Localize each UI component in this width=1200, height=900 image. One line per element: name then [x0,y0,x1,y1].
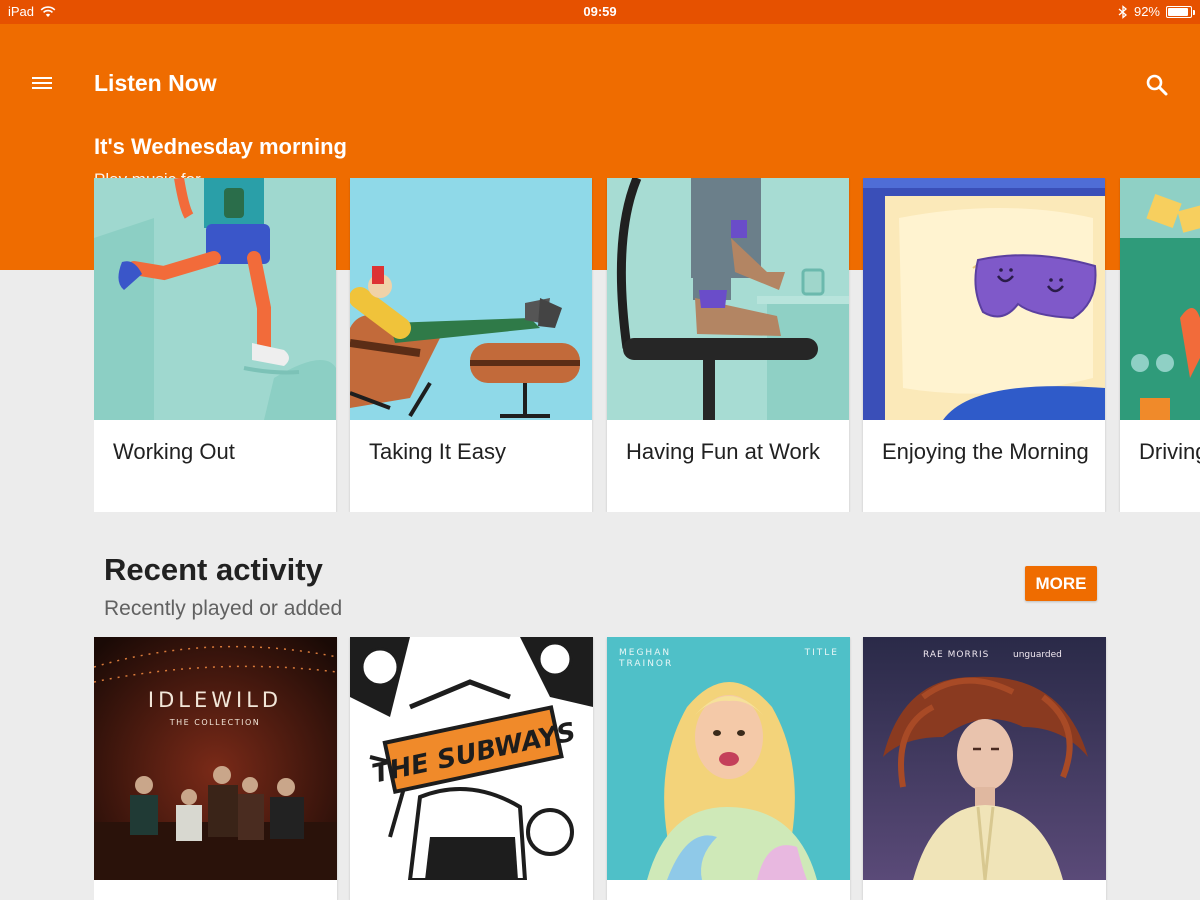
driving-illustration [1120,178,1200,420]
hamburger-menu-icon[interactable] [30,74,54,94]
album-artist-line1: MEGHAN [619,648,671,658]
activity-label: Having Fun at Work [626,439,821,464]
section-subtitle: Recently played or added [104,597,343,620]
taking-it-easy-illustration [350,178,592,420]
hero-title: It's Wednesday morning [94,134,347,159]
activity-label: Taking It Easy [369,439,506,464]
activity-label: Driving [1139,439,1200,464]
activity-label: Enjoying the Morning [882,439,1089,464]
album-card-idlewild[interactable]: IDLEWILD THE COLLECTION [94,637,337,900]
battery-icon [1166,5,1195,18]
activity-card-driving[interactable]: Driving [1120,178,1200,512]
activity-card-taking-it-easy[interactable]: Taking It Easy [350,178,592,512]
section-title: Recent activity [104,552,323,587]
album-cover-title: unguarded [1013,650,1062,660]
activity-card-working-out[interactable]: Working Out [94,178,336,512]
album-cover-subtitle: THE COLLECTION [169,718,260,727]
album-cover: IDLEWILD THE COLLECTION [94,637,337,880]
working-out-illustration [94,178,336,420]
enjoying-the-morning-illustration [863,178,1105,420]
battery-level [1168,7,1189,16]
album-artist-line2: TRAINOR [618,659,673,669]
activity-carousel[interactable]: Working Out Taking It Easy Having Fun at… [94,178,1200,512]
status-bar: iPad 09:59 92% [0,0,1200,24]
activity-card-enjoying-the-morning[interactable]: Enjoying the Morning [863,178,1105,512]
activity-label: Working Out [113,439,235,464]
album-cover: THE SUBWAYS [350,637,593,880]
page-title: Listen Now [94,70,217,96]
having-fun-at-work-illustration [607,178,849,420]
album-cover-title: TITLE [804,648,839,658]
search-icon[interactable] [1144,72,1170,98]
album-cover: RAE MORRIS unguarded [863,637,1106,880]
album-cover: MEGHAN TRAINOR TITLE [607,637,850,880]
battery-percent: 92% [1133,4,1160,19]
status-time: 09:59 [583,4,617,19]
bluetooth-icon [1118,4,1127,19]
recent-albums-row[interactable]: IDLEWILD THE COLLECTION THE SUBWAYS MEGH… [94,637,1200,900]
album-cover-title: IDLEWILD [148,688,282,712]
album-card-meghan-trainor[interactable]: MEGHAN TRAINOR TITLE [607,637,850,900]
album-card-rae-morris[interactable]: RAE MORRIS unguarded [863,637,1106,900]
album-artist: RAE MORRIS [923,650,989,660]
more-button[interactable]: MORE [1025,566,1097,601]
activity-card-having-fun-at-work[interactable]: Having Fun at Work [607,178,849,512]
album-card-the-subways[interactable]: THE SUBWAYS [350,637,593,900]
